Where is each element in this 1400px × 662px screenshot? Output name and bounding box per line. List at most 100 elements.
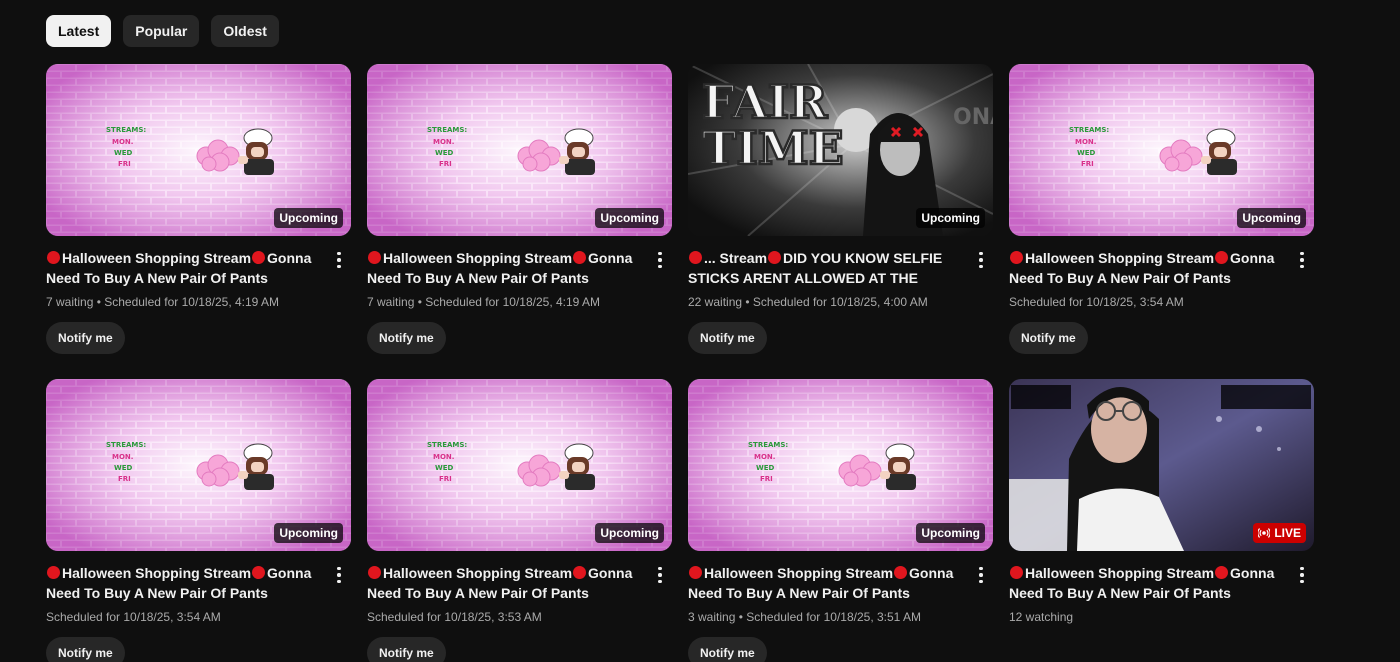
video-meta: Halloween Shopping Stream Gonna Need To B…: [46, 248, 351, 354]
sign-line-3: WED: [435, 464, 454, 472]
upcoming-badge: Upcoming: [595, 523, 664, 543]
video-meta: Halloween Shopping Stream Gonna Need To B…: [367, 563, 672, 662]
red-circle-icon: [368, 251, 381, 264]
video-title[interactable]: Halloween Shopping Stream Gonna Need To B…: [46, 563, 321, 603]
svg-text:TIME: TIME: [702, 121, 844, 175]
video-thumbnail[interactable]: LIVE: [1009, 379, 1314, 551]
sign-line-2: MON.: [433, 453, 454, 461]
video-card: STREAMS: MON. WED FRI Upcoming Halloween …: [367, 379, 672, 662]
more-vert-icon[interactable]: [1290, 248, 1314, 272]
sign-line-2: MON.: [754, 453, 775, 461]
more-vert-icon[interactable]: [327, 563, 351, 587]
red-circle-icon: [573, 251, 587, 264]
video-status-text: 7 waiting • Scheduled for 10/18/25, 4:19…: [46, 295, 280, 309]
video-title-part: Halloween Shopping Stream: [62, 565, 252, 581]
video-thumbnail[interactable]: ONA FAIR TIME Upcoming: [688, 64, 993, 236]
sign-line-2: MON.: [112, 453, 133, 461]
sign-line-4: FRI: [439, 160, 452, 168]
notify-me-button[interactable]: Notify me: [46, 322, 125, 354]
background-sign-text: ONA: [953, 105, 993, 130]
video-title-part: Halloween Shopping Stream: [383, 250, 573, 266]
video-title[interactable]: Halloween Shopping Stream Gonna Need To B…: [1009, 248, 1284, 288]
video-thumbnail[interactable]: STREAMS: MON. WED FRI Upcoming: [367, 64, 672, 236]
video-status-text: 7 waiting • Scheduled for 10/18/25, 4:19…: [367, 295, 601, 309]
video-meta: Halloween Shopping Stream Gonna Need To B…: [1009, 248, 1314, 354]
red-circle-icon: [689, 251, 702, 264]
badge-label: Upcoming: [279, 211, 338, 225]
video-thumbnail[interactable]: STREAMS: MON. WED FRI Upcoming: [1009, 64, 1314, 236]
notify-me-button[interactable]: Notify me: [688, 637, 767, 662]
filter-chip-oldest[interactable]: Oldest: [211, 15, 279, 47]
red-circle-icon: [47, 251, 60, 264]
red-circle-icon: [368, 566, 381, 579]
filter-chips: Latest Popular Oldest: [46, 15, 279, 47]
video-grid: STREAMS: MON. WED FRI Upcoming Halloween …: [46, 64, 1314, 662]
video-thumbnail[interactable]: STREAMS: MON. WED FRI Upcoming: [46, 379, 351, 551]
sign-line-1: STREAMS:: [427, 441, 467, 449]
video-thumbnail[interactable]: STREAMS: MON. WED FRI Upcoming: [367, 379, 672, 551]
video-status-text: 3 waiting • Scheduled for 10/18/25, 3:51…: [688, 610, 922, 624]
upcoming-badge: Upcoming: [916, 208, 985, 228]
stream-overlay-box: [1221, 385, 1311, 409]
upcoming-badge: Upcoming: [274, 208, 343, 228]
more-vert-icon[interactable]: [969, 563, 993, 587]
more-vert-icon[interactable]: [648, 248, 672, 272]
video-card: STREAMS: MON. WED FRI Upcoming Halloween …: [46, 64, 351, 354]
filter-chip-popular[interactable]: Popular: [123, 15, 200, 47]
video-thumbnail[interactable]: STREAMS: MON. WED FRI Upcoming: [688, 379, 993, 551]
red-circle-icon: [1010, 251, 1023, 264]
sign-line-4: FRI: [118, 475, 131, 483]
fair-time-logo: FAIR TIME: [701, 74, 845, 177]
video-title[interactable]: Halloween Shopping Stream Gonna Need To B…: [688, 563, 963, 603]
video-meta: Halloween Shopping Stream Gonna Need To B…: [46, 563, 351, 662]
badge-label: LIVE: [1274, 526, 1301, 540]
sign-line-3: WED: [114, 149, 133, 157]
video-card: LIVE Halloween Shopping Stream Gonna Need …: [1009, 379, 1314, 662]
sign-line-1: STREAMS:: [1069, 126, 1109, 134]
video-title[interactable]: Halloween Shopping Stream Gonna Need To B…: [46, 248, 321, 288]
upcoming-badge: Upcoming: [1237, 208, 1306, 228]
video-title-part: Halloween Shopping Stream: [1025, 250, 1215, 266]
live-broadcast-icon: [1258, 527, 1271, 539]
notify-me-button[interactable]: Notify me: [367, 322, 446, 354]
video-meta: Halloween Shopping Stream Gonna Need To B…: [367, 248, 672, 354]
red-circle-icon: [768, 251, 782, 264]
video-card: STREAMS: MON. WED FRI Upcoming Halloween …: [688, 379, 993, 662]
more-vert-icon[interactable]: [327, 248, 351, 272]
video-title-part: Halloween Shopping Stream: [62, 250, 252, 266]
badge-label: Upcoming: [921, 526, 980, 540]
badge-label: Upcoming: [600, 526, 659, 540]
filter-chip-latest[interactable]: Latest: [46, 15, 112, 47]
video-card: STREAMS: MON. WED FRI Upcoming Halloween …: [46, 379, 351, 662]
video-thumbnail[interactable]: STREAMS: MON. WED FRI Upcoming: [46, 64, 351, 236]
video-title[interactable]: Halloween Shopping Stream Gonna Need To B…: [367, 563, 642, 603]
sign-line-1: STREAMS:: [106, 441, 146, 449]
sign-line-2: MON.: [112, 138, 133, 146]
sign-line-3: WED: [756, 464, 775, 472]
red-circle-icon: [573, 566, 587, 579]
notify-me-button[interactable]: Notify me: [46, 637, 125, 662]
notify-me-button[interactable]: Notify me: [688, 322, 767, 354]
video-status-text: Scheduled for 10/18/25, 3:54 AM: [1009, 295, 1184, 309]
video-card: ONA FAIR TIME Upcoming ... StreamDID YOU …: [688, 64, 993, 354]
red-circle-icon: [1215, 251, 1229, 264]
notify-me-button[interactable]: Notify me: [367, 637, 446, 662]
sign-line-1: STREAMS:: [748, 441, 788, 449]
sign-line-4: FRI: [1081, 160, 1094, 168]
badge-label: Upcoming: [1242, 211, 1301, 225]
sign-line-3: WED: [114, 464, 133, 472]
upcoming-badge: Upcoming: [916, 523, 985, 543]
more-vert-icon[interactable]: [1290, 563, 1314, 587]
video-title-part: Halloween Shopping Stream: [704, 565, 894, 581]
video-title[interactable]: ... Stream DID YOU KNOW SELFIE STICKS ARE…: [688, 248, 963, 288]
sign-line-3: WED: [1077, 149, 1096, 157]
sign-line-4: FRI: [439, 475, 452, 483]
video-title[interactable]: Halloween Shopping Stream Gonna Need To B…: [1009, 563, 1284, 603]
more-vert-icon[interactable]: [648, 563, 672, 587]
video-card: STREAMS: MON. WED FRI Upcoming Halloween …: [1009, 64, 1314, 354]
more-vert-icon[interactable]: [969, 248, 993, 272]
live-badge: LIVE: [1253, 523, 1306, 543]
video-title[interactable]: Halloween Shopping Stream Gonna Need To B…: [367, 248, 642, 288]
notify-me-button[interactable]: Notify me: [1009, 322, 1088, 354]
upcoming-badge: Upcoming: [274, 523, 343, 543]
